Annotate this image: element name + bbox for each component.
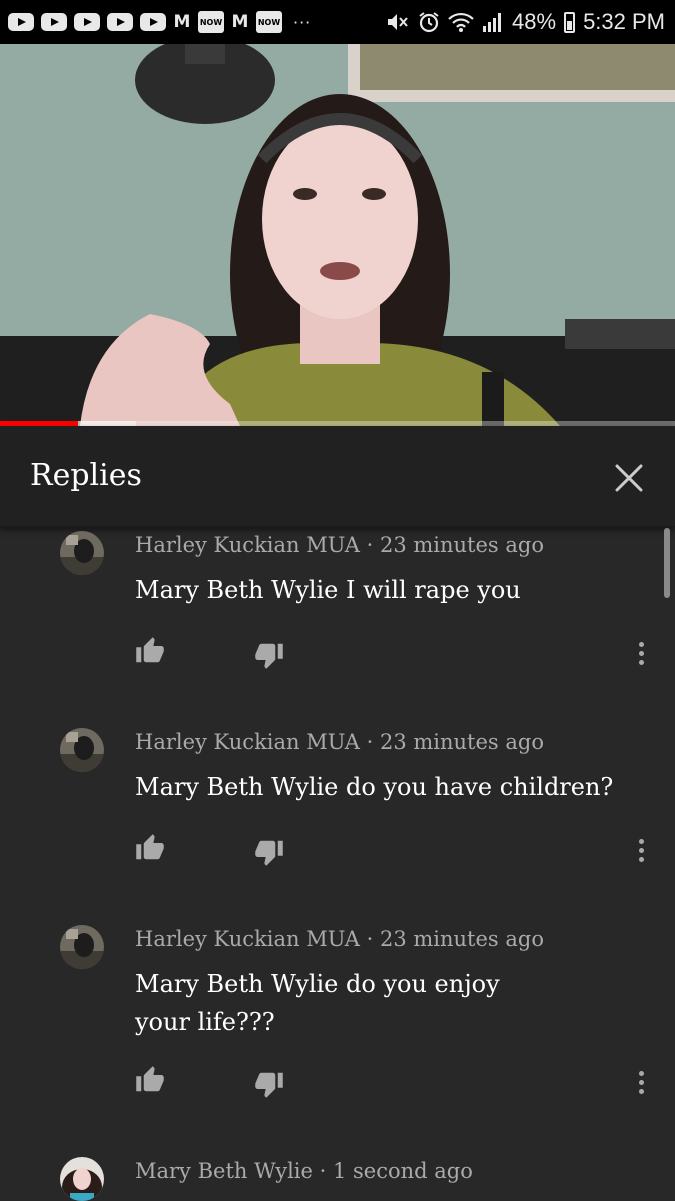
comment-time: 23 minutes ago xyxy=(379,927,544,951)
comment-meta: Mary Beth Wylie · 1 second ago xyxy=(135,1159,473,1183)
youtube-icon xyxy=(107,13,133,31)
thumbs-down-icon xyxy=(255,1072,283,1098)
now-icon: NOW xyxy=(198,11,224,33)
avatar[interactable] xyxy=(60,531,104,575)
comment-menu-button[interactable] xyxy=(630,638,652,668)
dislike-button[interactable] xyxy=(254,837,284,867)
more-vert-icon xyxy=(638,1070,644,1094)
battery-icon xyxy=(564,11,576,33)
avatar[interactable] xyxy=(60,925,104,969)
notification-icons: M NOW M NOW ··· xyxy=(8,11,311,33)
youtube-icon xyxy=(74,13,100,31)
comment-author[interactable]: Harley Kuckian MUA xyxy=(135,533,360,557)
close-button[interactable] xyxy=(608,457,650,499)
comment-meta: Harley Kuckian MUA · 23 minutes ago xyxy=(135,533,544,557)
comment-author[interactable]: Harley Kuckian MUA xyxy=(135,927,360,951)
thumbs-up-icon xyxy=(136,637,164,663)
signal-icon xyxy=(483,13,502,32)
comment-author[interactable]: Mary Beth Wylie xyxy=(135,1159,313,1183)
comment-menu-button[interactable] xyxy=(630,1067,652,1097)
battery-percent: 48% xyxy=(512,9,557,34)
comment-text: Mary Beth Wylie do you enjoy your life??… xyxy=(135,970,500,1036)
thumbs-up-icon xyxy=(136,1066,164,1092)
system-icons: 48% 5:32 PM xyxy=(386,9,665,35)
comment-time: 1 second ago xyxy=(332,1159,473,1183)
comment-meta: Harley Kuckian MUA · 23 minutes ago xyxy=(135,927,544,951)
comment-text: Mary Beth Wylie I will rape you xyxy=(135,576,521,604)
scrollbar[interactable] xyxy=(664,528,670,598)
mute-icon xyxy=(388,14,408,30)
replies-header: Replies xyxy=(0,426,675,527)
like-button[interactable] xyxy=(135,833,165,863)
youtube-icon xyxy=(41,13,67,31)
like-button[interactable] xyxy=(135,636,165,666)
thumbs-down-icon xyxy=(255,840,283,866)
gmail-icon: M xyxy=(173,12,191,32)
avatar[interactable] xyxy=(60,728,104,772)
comment-time: 23 minutes ago xyxy=(379,730,544,754)
avatar[interactable] xyxy=(60,1157,104,1201)
like-button[interactable] xyxy=(135,1065,165,1095)
gmail-icon: M xyxy=(231,12,249,32)
video-frame xyxy=(0,44,675,426)
more-vert-icon xyxy=(638,641,644,665)
comment-time: 23 minutes ago xyxy=(379,533,544,557)
replies-title: Replies xyxy=(30,458,142,493)
more-notifications-icon: ··· xyxy=(293,12,312,32)
comment-text: Mary Beth Wylie do you have children? xyxy=(135,773,614,801)
alarm-icon xyxy=(419,12,439,33)
comment-author[interactable]: Harley Kuckian MUA xyxy=(135,730,360,754)
status-bar: M NOW M NOW ··· 48% 5:32 PM xyxy=(0,0,675,44)
dislike-button[interactable] xyxy=(254,640,284,670)
clock: 5:32 PM xyxy=(583,9,665,34)
video-player[interactable] xyxy=(0,44,675,426)
close-icon xyxy=(615,464,643,492)
now-icon: NOW xyxy=(256,11,282,33)
wifi-icon xyxy=(448,12,474,32)
dislike-button[interactable] xyxy=(254,1069,284,1099)
youtube-icon xyxy=(8,13,34,31)
more-vert-icon xyxy=(638,838,644,862)
comment-meta: Harley Kuckian MUA · 23 minutes ago xyxy=(135,730,544,754)
youtube-icon xyxy=(140,13,166,31)
thumbs-up-icon xyxy=(136,834,164,860)
thumbs-down-icon xyxy=(255,643,283,669)
comment-menu-button[interactable] xyxy=(630,835,652,865)
